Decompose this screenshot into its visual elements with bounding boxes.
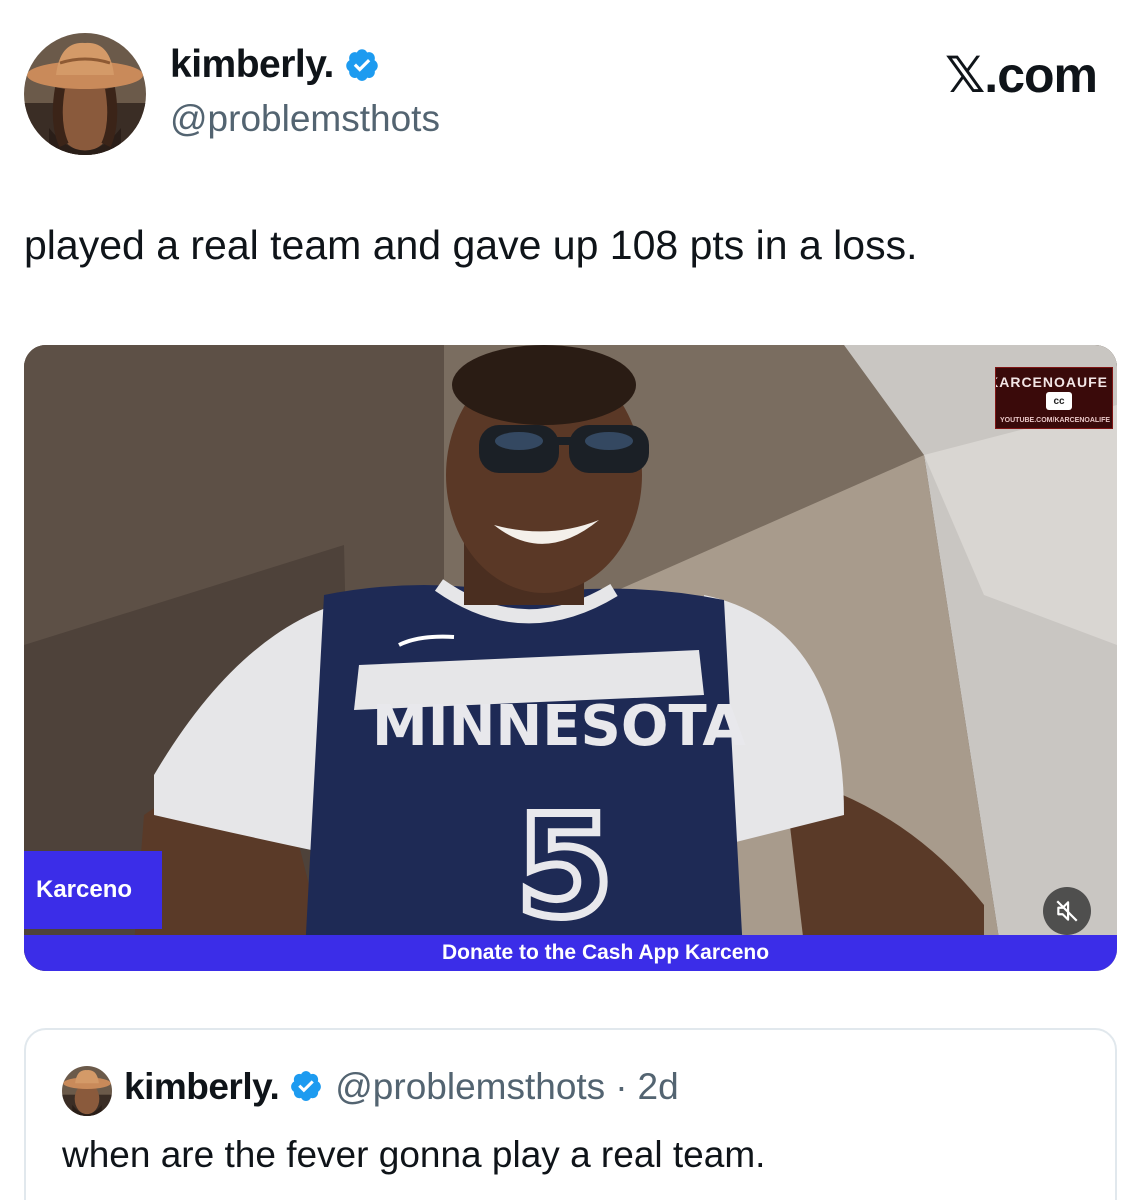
cc-button[interactable]: cc — [1046, 392, 1072, 410]
quoted-tweet[interactable]: kimberly. @problemsthots · 2d when are t… — [24, 1028, 1117, 1200]
quoted-tweet-text: when are the fever gonna play a real tea… — [62, 1134, 766, 1175]
muted-speaker-icon — [1056, 900, 1078, 922]
author-display-name[interactable]: kimberly. — [170, 43, 334, 87]
quoted-tweet-header: kimberly. @problemsthots · 2d — [124, 1066, 679, 1108]
avatar-image — [24, 33, 146, 155]
quoted-author-avatar[interactable] — [62, 1066, 112, 1116]
jersey-text: MINNESOTA — [372, 694, 746, 759]
author-avatar[interactable] — [24, 33, 146, 155]
x-watermark: 𝕏.com — [945, 47, 1098, 103]
quoted-display-name[interactable]: kimberly. — [124, 1066, 280, 1108]
promo-subtitle: YOUTUBE.COM/KARCENOALIFE — [1000, 417, 1111, 424]
promo-title: KARCENOAUFE — [995, 374, 1108, 390]
author-handle[interactable]: @problemsthots — [170, 98, 440, 140]
jersey-number: 5 — [516, 786, 613, 949]
avatar-image — [62, 1066, 112, 1116]
quoted-timestamp[interactable]: 2d — [638, 1066, 679, 1108]
meta-separator: · — [615, 1066, 628, 1107]
video-frame: MINNESOTA 5 — [24, 345, 1117, 971]
verified-badge-icon — [344, 47, 380, 83]
channel-promo: KARCENOAUFE cc YOUTUBE.COM/KARCENOALIFE — [995, 367, 1113, 429]
tweet-video[interactable]: MINNESOTA 5 KARCENOAUFE cc YOUTUBE.COM/K… — [24, 345, 1117, 971]
streamer-name-tag: Karceno — [24, 851, 162, 929]
author-name-row[interactable]: kimberly. — [170, 43, 380, 87]
tweet-screenshot: kimberly. @problemsthots 𝕏.com played a … — [0, 0, 1141, 1200]
mute-button[interactable] — [1043, 887, 1091, 935]
verified-badge-icon — [289, 1069, 325, 1105]
donate-banner: Donate to the Cash App Karceno — [24, 935, 1117, 971]
quoted-handle[interactable]: @problemsthots — [335, 1066, 605, 1108]
tweet-text: played a real team and gave up 108 pts i… — [24, 222, 918, 268]
